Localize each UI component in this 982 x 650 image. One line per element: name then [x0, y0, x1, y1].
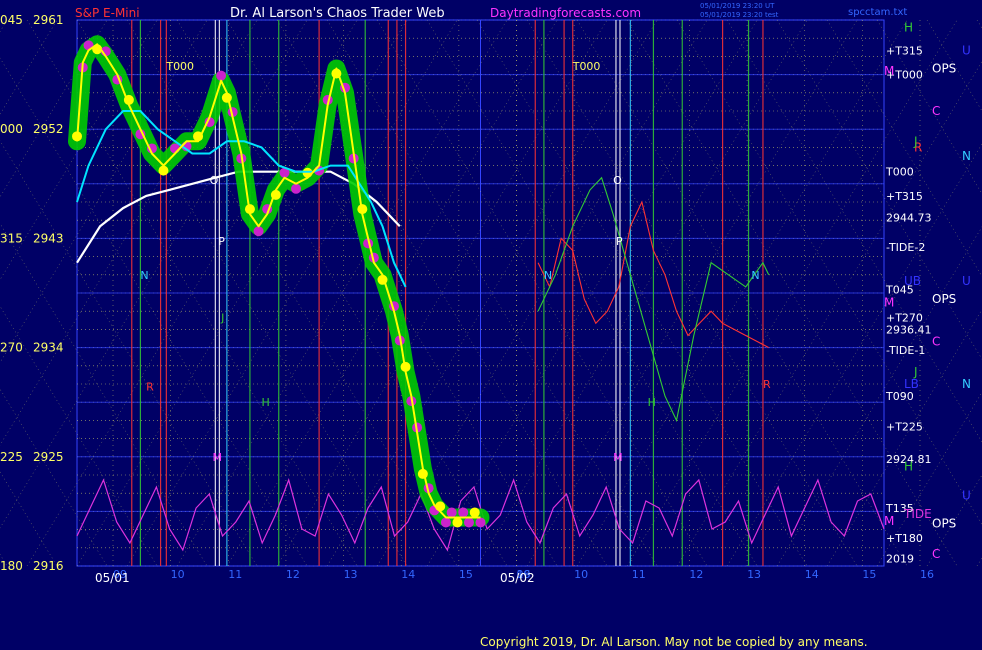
- x-tick-label: 13: [747, 568, 761, 581]
- right-level-label: +T315: [886, 44, 923, 57]
- right-level-label: +T270: [886, 311, 923, 324]
- chart-letter: M: [613, 451, 623, 464]
- price-dot: [440, 517, 451, 528]
- timestamp-2: 05/01/2019 23:20 test: [700, 11, 779, 19]
- price-dot: [452, 517, 463, 528]
- x-tick-label: 12: [286, 568, 300, 581]
- planet-letter: C: [932, 104, 940, 118]
- price-dot: [446, 507, 457, 518]
- price-dot: [469, 507, 480, 518]
- chart-letter: T000: [165, 60, 194, 73]
- y-tick-left: 180: [0, 559, 23, 573]
- right-level-label: -TIDE-2: [886, 241, 925, 254]
- y-tick-label: 2925: [33, 450, 64, 464]
- right-level-label: -TIDE-1: [886, 344, 925, 357]
- date-label-1: 05/01: [95, 571, 130, 585]
- symbol-title: S&P E-Mini: [75, 6, 140, 20]
- planet-letter: M: [884, 514, 894, 528]
- price-dot: [475, 517, 486, 528]
- planet-letter: U: [962, 489, 971, 503]
- price-dot: [158, 165, 169, 176]
- chart-letter: J: [220, 311, 224, 324]
- chart-letter: O: [210, 174, 219, 187]
- planet-letter: M: [884, 64, 894, 78]
- planet-letter: N: [962, 377, 971, 391]
- copyright-notice: Copyright 2019, Dr. Al Larson. May not b…: [480, 635, 868, 649]
- right-level-label: 2944.73: [886, 211, 932, 224]
- chart-letter: N: [751, 269, 759, 282]
- planet-letter: OPS: [932, 517, 956, 531]
- y-tick-left: 270: [0, 341, 23, 355]
- y-tick-label: 2934: [33, 341, 64, 355]
- price-dot: [253, 226, 264, 237]
- chart-letter: R: [763, 378, 771, 391]
- planet-letter: J: [913, 134, 918, 148]
- chart-letter: P: [218, 235, 225, 248]
- right-level-label: +T315: [886, 190, 923, 203]
- x-tick-label: 11: [228, 568, 242, 581]
- chart-background: [0, 0, 982, 650]
- planet-letter: C: [932, 547, 940, 561]
- right-level-label: 2019: [886, 553, 914, 566]
- chart-title: Dr. Al Larson's Chaos Trader Web: [230, 6, 445, 21]
- planet-letter: N: [962, 149, 971, 163]
- chart-letter: M: [212, 451, 222, 464]
- planet-letter: H: [904, 20, 913, 34]
- planet-letter: U: [962, 43, 971, 57]
- x-tick-label: 10: [171, 568, 185, 581]
- chaos-chart: 045 2961 000 2952 315 2943 270 2934 225 2925 180 29…: [0, 0, 982, 650]
- planet-letter: OPS: [932, 62, 956, 76]
- y-tick-label: 2952: [33, 122, 64, 136]
- right-level-label: 2936.41: [886, 323, 932, 336]
- y-tick-left: 225: [0, 450, 23, 464]
- planet-letter: H: [904, 460, 913, 474]
- planet-letter: TIDE: [903, 507, 932, 521]
- y-tick-left: 000: [0, 122, 23, 136]
- chart-letter: O: [613, 174, 622, 187]
- chart-letter: P: [616, 235, 623, 248]
- timestamp-1: 05/01/2019 23:20 UT: [700, 2, 775, 10]
- chart-letter: T000: [572, 60, 601, 73]
- price-dot: [291, 183, 302, 194]
- x-tick-label: 11: [632, 568, 646, 581]
- planet-letter: M: [884, 296, 894, 310]
- chart-letter: N: [140, 269, 148, 282]
- planet-letter: UB: [904, 274, 921, 288]
- planet-letter: C: [932, 335, 940, 349]
- chart-letter: H: [648, 396, 656, 409]
- right-level-label: +T180: [886, 532, 923, 545]
- planet-letter: OPS: [932, 292, 956, 306]
- price-dot: [458, 507, 469, 518]
- data-file-name: spcctam.txt: [848, 7, 907, 18]
- x-tick-label: 15: [862, 568, 876, 581]
- site-link[interactable]: Daytradingforecasts.com: [490, 6, 641, 20]
- x-tick-label: 14: [805, 568, 819, 581]
- y-tick-label: 2943: [33, 231, 64, 245]
- y-tick-left: 045: [0, 13, 23, 27]
- x-tick-label: 14: [401, 568, 415, 581]
- y-tick-left: 315: [0, 231, 23, 245]
- y-tick-label: 2961: [33, 13, 64, 27]
- right-level-label: T090: [885, 390, 914, 403]
- x-tick-label: 13: [344, 568, 358, 581]
- planet-letter: LB: [904, 377, 919, 391]
- x-tick-label: 10: [574, 568, 588, 581]
- price-dot: [463, 517, 474, 528]
- planet-letter: U: [962, 274, 971, 288]
- chart-letter: R: [146, 380, 154, 393]
- chart-letter: H: [261, 396, 269, 409]
- y-tick-label: 2916: [33, 559, 64, 573]
- right-level-label: +T225: [886, 420, 923, 433]
- date-label-2: 05/02: [500, 571, 535, 585]
- x-tick-label: 15: [459, 568, 473, 581]
- price-dot: [216, 70, 227, 81]
- x-tick-label: 12: [689, 568, 703, 581]
- x-tick-label: 16: [920, 568, 934, 581]
- right-level-label: T000: [885, 166, 914, 179]
- chart-letter: N: [544, 269, 552, 282]
